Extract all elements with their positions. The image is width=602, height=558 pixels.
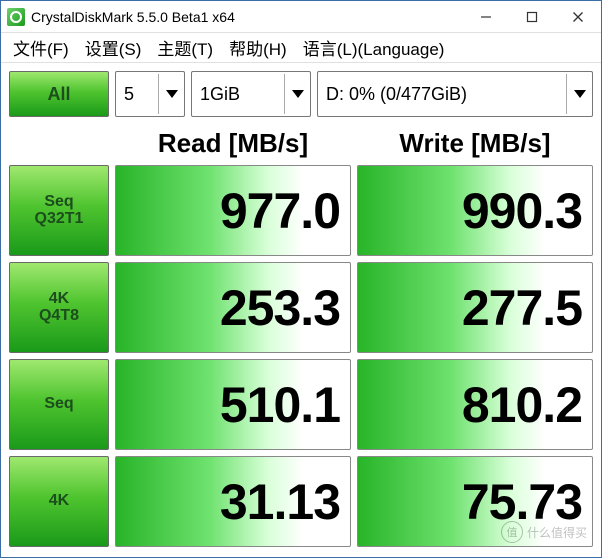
test-label-line1: Seq	[44, 396, 73, 413]
menu-theme[interactable]: 主题(T)	[151, 33, 219, 62]
read-header: Read [MB/s]	[115, 123, 351, 163]
results-grid: Seq Q32T1 977.0 990.3 4K Q4T8 253.3 277.…	[9, 165, 593, 547]
write-value: 277.5	[357, 262, 593, 353]
titlebar: CrystalDiskMark 5.5.0 Beta1 x64	[1, 1, 601, 33]
chevron-down-icon	[284, 74, 308, 114]
test-label-line1: 4K	[49, 291, 69, 308]
read-value: 31.13	[115, 456, 351, 547]
menu-help[interactable]: 帮助(H)	[223, 33, 293, 62]
column-headers: Read [MB/s] Write [MB/s]	[9, 123, 593, 163]
content-area: All 5 1GiB D: 0% (0/477GiB) Read [MB/s] …	[1, 63, 601, 557]
minimize-button[interactable]	[463, 1, 509, 32]
menu-language[interactable]: 语言(L)(Language)	[297, 33, 451, 62]
drive-select[interactable]: D: 0% (0/477GiB)	[317, 71, 593, 117]
menu-settings[interactable]: 设置(S)	[79, 33, 148, 62]
chevron-down-icon	[158, 74, 182, 114]
test-label-line1: 4K	[49, 493, 69, 510]
window-title: CrystalDiskMark 5.5.0 Beta1 x64	[31, 9, 235, 25]
test-label-line2: Q4T8	[39, 308, 79, 325]
write-header: Write [MB/s]	[357, 123, 593, 163]
size-value: 1GiB	[200, 84, 240, 105]
chevron-down-icon	[566, 74, 590, 114]
read-value: 977.0	[115, 165, 351, 256]
close-button[interactable]	[555, 1, 601, 32]
all-button[interactable]: All	[9, 71, 109, 117]
read-value: 253.3	[115, 262, 351, 353]
write-value: 810.2	[357, 359, 593, 450]
test-button-4k-q4t8[interactable]: 4K Q4T8	[9, 262, 109, 353]
controls-row: All 5 1GiB D: 0% (0/477GiB)	[9, 71, 593, 117]
menubar: 文件(F) 设置(S) 主题(T) 帮助(H) 语言(L)(Language)	[1, 33, 601, 63]
test-button-seq[interactable]: Seq	[9, 359, 109, 450]
write-value: 990.3	[357, 165, 593, 256]
runs-value: 5	[124, 84, 134, 105]
test-label-line2: Q32T1	[35, 211, 84, 228]
app-window: CrystalDiskMark 5.5.0 Beta1 x64 文件(F) 设置…	[0, 0, 602, 558]
write-value: 75.73	[357, 456, 593, 547]
runs-select[interactable]: 5	[115, 71, 185, 117]
maximize-button[interactable]	[509, 1, 555, 32]
app-icon	[7, 8, 25, 26]
menu-file[interactable]: 文件(F)	[7, 33, 75, 62]
test-button-4k[interactable]: 4K	[9, 456, 109, 547]
drive-value: D: 0% (0/477GiB)	[326, 84, 467, 105]
test-label-line1: Seq	[44, 194, 73, 211]
size-select[interactable]: 1GiB	[191, 71, 311, 117]
read-value: 510.1	[115, 359, 351, 450]
test-button-seq-q32t1[interactable]: Seq Q32T1	[9, 165, 109, 256]
